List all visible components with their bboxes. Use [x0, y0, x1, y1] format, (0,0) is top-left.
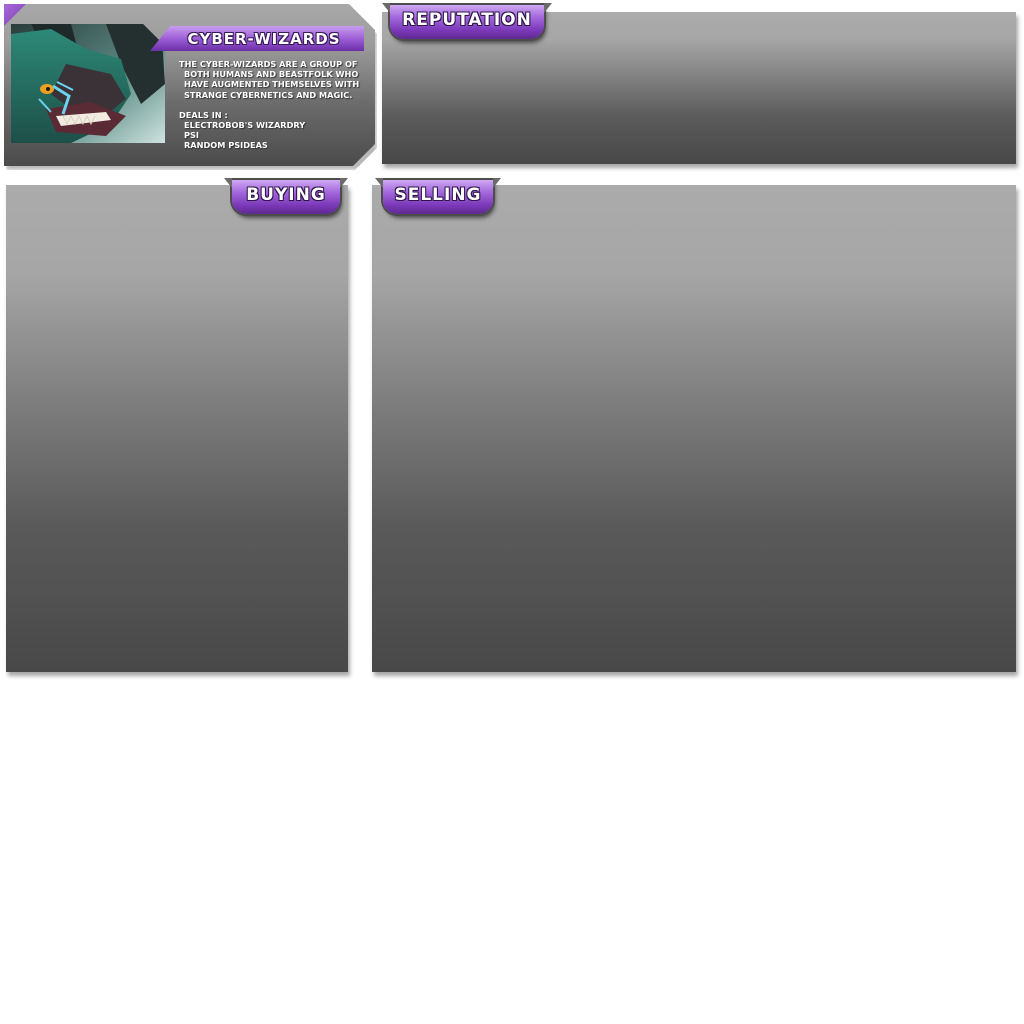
buying-label: BUYING	[246, 185, 326, 205]
selling-tab: SELLING	[383, 180, 493, 214]
deals-in-label: DEALS IN :	[179, 109, 228, 120]
reputation-label: REPUTATION	[402, 10, 532, 30]
description-line: BOTH HUMANS AND BEASTFOLK WHO	[184, 69, 359, 80]
description-line: STRANGE CYBERNETICS AND MAGIC.	[184, 89, 353, 100]
faction-description: THE CYBER-WIZARDS ARE A GROUP OF BOTH HU…	[179, 59, 375, 151]
wolf-portrait-icon	[11, 24, 165, 143]
faction-portrait	[11, 24, 165, 143]
reputation-tab: REPUTATION	[390, 5, 544, 39]
buying-tab: BUYING	[232, 180, 340, 214]
selling-panel[interactable]	[372, 185, 1016, 672]
deals-in-item: PSI	[184, 130, 199, 141]
description-line: THE CYBER-WIZARDS ARE A GROUP OF	[179, 59, 358, 69]
faction-title-ribbon: CYBER-WIZARDS	[150, 26, 364, 51]
description-line: HAVE AUGMENTED THEMSELVES WITH	[184, 79, 360, 90]
selling-label: SELLING	[394, 185, 482, 205]
buying-panel[interactable]	[6, 185, 348, 672]
faction-title: CYBER-WIZARDS	[187, 29, 341, 48]
deals-in-item: ELECTROBOB'S WIZARDRY	[184, 120, 306, 131]
deals-in-item: RANDOM PSIDEAS	[184, 140, 268, 151]
